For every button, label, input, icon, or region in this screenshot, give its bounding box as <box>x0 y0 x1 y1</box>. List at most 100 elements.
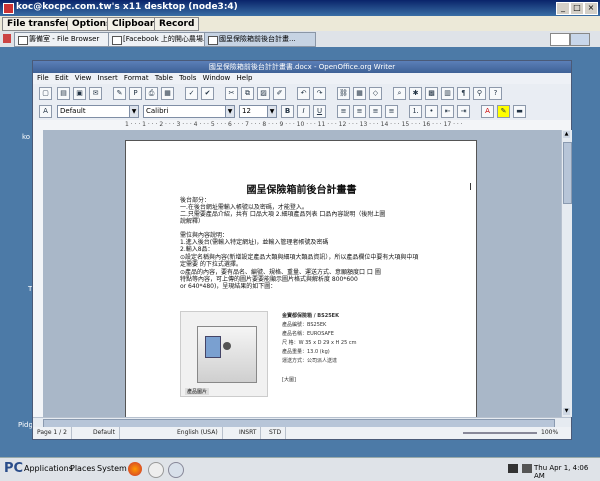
help-icon[interactable]: ? <box>489 87 502 100</box>
mail-icon[interactable] <box>148 462 164 478</box>
task-browser[interactable]: [Facebook 上的開心農場... <box>108 32 216 47</box>
minimize-icon[interactable]: _ <box>556 2 570 15</box>
copy-icon[interactable]: ⧉ <box>241 87 254 100</box>
menu-file[interactable]: File <box>37 74 49 82</box>
paste-icon[interactable]: ▨ <box>257 87 270 100</box>
open-icon[interactable]: ▤ <box>57 87 70 100</box>
language[interactable]: English (USA) <box>177 427 223 439</box>
writer-title-bar: 國呈保險箱前後台計計畫書.docx - OpenOffice.org Write… <box>33 61 571 73</box>
show-desktop-icon[interactable] <box>3 34 11 43</box>
background-color-icon[interactable]: ▬ <box>513 105 526 118</box>
zoom-icon[interactable]: ⚲ <box>473 87 486 100</box>
product-photo: 產品圖片 <box>180 311 268 397</box>
file-transfer-button[interactable]: File transfer <box>2 17 75 31</box>
font-size-select[interactable]: 12 ▼ <box>239 105 277 118</box>
help-icon[interactable] <box>168 462 184 478</box>
document-line: 二.只需要產品介紹，共有 口品大項 2.細項產品列表 口品內容說明（後附上圖 <box>180 211 386 218</box>
menu-insert[interactable]: Insert <box>98 74 118 82</box>
safe-dial <box>223 342 231 350</box>
clock[interactable]: Thu Apr 1, 4:06 AM <box>534 464 600 480</box>
volume-icon[interactable] <box>522 464 532 473</box>
firefox-icon[interactable] <box>128 462 142 476</box>
align-right-icon[interactable]: ≡ <box>369 105 382 118</box>
document-line: 一.在後台網址需輸入帳號以及密碼，才能登入。 <box>180 204 308 211</box>
font-color-icon[interactable]: A <box>481 105 494 118</box>
firefox-icon <box>112 36 122 45</box>
desktop-icon-label[interactable]: ko <box>22 133 30 141</box>
navigator-icon[interactable]: ✱ <box>409 87 422 100</box>
zoom-slider[interactable] <box>463 432 537 434</box>
export-pdf-icon[interactable]: P <box>129 87 142 100</box>
page-indicator: Page 1 / 2 <box>37 427 72 439</box>
menu-tools[interactable]: Tools <box>179 74 196 82</box>
applications-menu[interactable]: Applications <box>24 464 73 473</box>
close-icon[interactable]: × <box>584 2 598 15</box>
bullets-icon[interactable]: • <box>425 105 438 118</box>
underline-icon[interactable]: U <box>313 105 326 118</box>
table-icon[interactable]: ▦ <box>353 87 366 100</box>
numbering-icon[interactable]: ⒈ <box>409 105 422 118</box>
workspace-2[interactable] <box>570 33 590 46</box>
selection-mode[interactable]: STD <box>269 427 287 439</box>
distro-logo-icon[interactable]: PC <box>4 461 23 476</box>
find-replace-icon[interactable]: ⌕ <box>393 87 406 100</box>
scroll-thumb[interactable] <box>563 142 572 204</box>
email-icon[interactable]: ✉ <box>89 87 102 100</box>
nonprinting-chars-icon[interactable]: ¶ <box>457 87 470 100</box>
insert-mode[interactable]: INSRT <box>239 427 262 439</box>
vnc-title-bar: koc@kocpc.com.tw's x11 desktop (node3:4)… <box>0 0 600 16</box>
align-left-icon[interactable]: ≡ <box>337 105 350 118</box>
page-style[interactable]: Default <box>93 427 120 439</box>
show-draw-icon[interactable]: ◇ <box>369 87 382 100</box>
italic-icon[interactable]: I <box>297 105 310 118</box>
maximize-icon[interactable]: □ <box>570 2 584 15</box>
font-name-select[interactable]: Calibri ▼ <box>143 105 235 118</box>
format-paintbrush-icon[interactable]: ✐ <box>273 87 286 100</box>
menu-window[interactable]: Window <box>203 74 231 82</box>
menu-view[interactable]: View <box>75 74 92 82</box>
record-button[interactable]: Record <box>154 17 200 31</box>
spellcheck-icon[interactable]: ✓ <box>185 87 198 100</box>
scroll-up-icon[interactable]: ▲ <box>563 131 570 138</box>
gnome-bottom-panel: PC Applications Places System Thu Apr 1,… <box>0 457 600 481</box>
scroll-down-icon[interactable]: ▼ <box>563 408 570 415</box>
hyperlink-icon[interactable]: ⛓ <box>337 87 350 100</box>
justify-icon[interactable]: ≡ <box>385 105 398 118</box>
autospellcheck-icon[interactable]: ✔ <box>201 87 214 100</box>
cut-icon[interactable]: ✂ <box>225 87 238 100</box>
desktop-icon-label[interactable]: Pidg <box>18 421 33 429</box>
highlight-icon[interactable]: ✎ <box>497 105 510 118</box>
save-icon[interactable]: ▣ <box>73 87 86 100</box>
edit-file-icon[interactable]: ✎ <box>113 87 126 100</box>
decrease-indent-icon[interactable]: ⇤ <box>441 105 454 118</box>
standard-toolbar: ▢ ▤ ▣ ✉ ✎ P ⎙ ▦ ✓ ✔ ✂ ⧉ ▨ ✐ ↶ ↷ ⛓ ▦ ◇ ⌕ … <box>33 84 571 103</box>
undo-icon[interactable]: ↶ <box>297 87 310 100</box>
paragraph-style-select[interactable]: Default ▼ <box>57 105 139 118</box>
styles-formatting-icon[interactable]: A <box>39 105 52 118</box>
workspace-1[interactable] <box>550 33 570 46</box>
document-page[interactable]: 國呈保險箱前後台計畫書 後台部分： 一.在後台網址需輸入帳號以及密碼，才能登入。… <box>125 140 477 417</box>
zoom-level[interactable]: 100% <box>541 427 562 439</box>
print-icon[interactable]: ⎙ <box>145 87 158 100</box>
menu-format[interactable]: Format <box>124 74 149 82</box>
writer-window: 國呈保險箱前後台計計畫書.docx - OpenOffice.org Write… <box>32 60 572 440</box>
system-menu[interactable]: System <box>97 464 127 473</box>
increase-indent-icon[interactable]: ⇥ <box>457 105 470 118</box>
menu-help[interactable]: Help <box>237 74 253 82</box>
places-menu[interactable]: Places <box>70 464 95 473</box>
menu-edit[interactable]: Edit <box>55 74 69 82</box>
redo-icon[interactable]: ↷ <box>313 87 326 100</box>
vertical-scrollbar[interactable]: ▲ ▼ <box>561 130 572 417</box>
datasource-icon[interactable]: ▥ <box>441 87 454 100</box>
document-canvas[interactable]: 國呈保險箱前後台計畫書 後台部分： 一.在後台網址需輸入帳號以及密碼，才能登入。… <box>43 130 561 417</box>
network-icon[interactable] <box>508 464 518 473</box>
task-writer[interactable]: 國呈保險箱前後台計畫... <box>204 32 316 47</box>
spec-line: 產品編號：BS25EK <box>282 322 327 328</box>
chevron-down-icon: ▼ <box>267 106 276 117</box>
new-document-icon[interactable]: ▢ <box>39 87 52 100</box>
align-center-icon[interactable]: ≡ <box>353 105 366 118</box>
bold-icon[interactable]: B <box>281 105 294 118</box>
print-preview-icon[interactable]: ▦ <box>161 87 174 100</box>
gallery-icon[interactable]: ▩ <box>425 87 438 100</box>
menu-table[interactable]: Table <box>155 74 173 82</box>
